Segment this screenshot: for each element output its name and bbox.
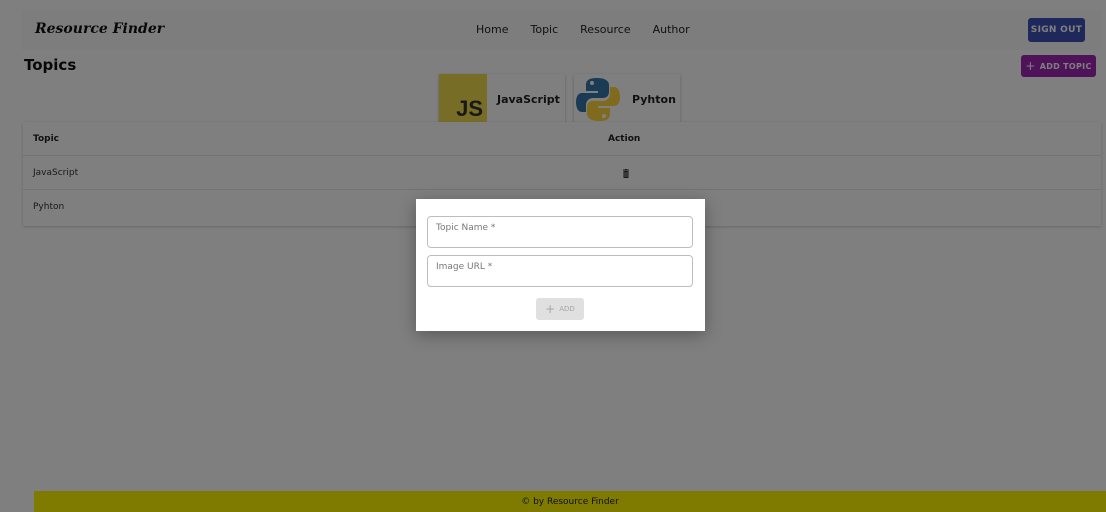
add-button[interactable]: + ADD xyxy=(536,298,584,320)
add-button-label: ADD xyxy=(559,305,575,313)
topic-name-input[interactable] xyxy=(428,217,692,247)
image-url-field[interactable]: Image URL * xyxy=(427,255,693,287)
image-url-input[interactable] xyxy=(428,256,692,286)
plus-icon: + xyxy=(545,302,556,316)
topic-name-field[interactable]: Topic Name * xyxy=(427,216,693,248)
page: Resource Finder Home Topic Resource Auth… xyxy=(0,0,1106,512)
add-topic-dialog: Topic Name * Image URL * + ADD xyxy=(416,199,705,331)
